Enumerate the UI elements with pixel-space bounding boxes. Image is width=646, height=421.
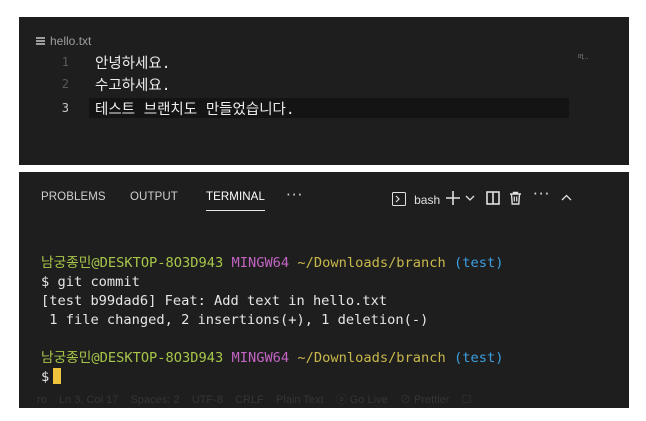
maximize-panel-button[interactable] [561,184,572,207]
line-text[interactable]: 테스트 브랜치도 만들었습니다. [95,98,295,119]
split-icon [486,191,500,205]
prompt-env: MINGW64 [231,255,290,271]
terminal-output[interactable]: 남궁종민@DESKTOP-8O3D943 MINGW64 ~/Downloads… [41,254,503,387]
file-tab-label: hello.txt [50,34,92,48]
tab-problems[interactable]: PROBLEMS [41,191,106,203]
output-line: 1 file changed, 2 insertions(+), 1 delet… [41,312,429,328]
editor-line[interactable]: 1 안녕하세요. [19,52,579,72]
panel-tabs: PROBLEMS OUTPUT TERMINAL ··· bash ··· [19,172,629,222]
more-tabs-button[interactable]: ··· [286,186,303,204]
shell-selector[interactable]: bash [392,189,440,208]
line-number: 1 [61,55,69,69]
bottom-panel: PROBLEMS OUTPUT TERMINAL ··· bash ··· 남궁… [19,172,629,408]
split-terminal-button[interactable] [486,184,500,209]
chevron-up-icon [561,194,572,201]
terminal-cursor [53,368,62,384]
command-line: $ git commit [41,274,140,290]
prompt-user: 남궁종민 [41,255,92,271]
tab-output[interactable]: OUTPUT [130,191,178,203]
prompt-path: ~/Downloads/branch [297,255,446,271]
trash-icon [510,191,521,205]
editor-pane: hello.txt 머… 1 안녕하세요. 2 수고하세요. 3 테스트 브랜치… [19,17,629,165]
prompt-branch: (test) [454,350,504,366]
kill-terminal-button[interactable] [509,184,522,209]
prompt-host: @DESKTOP-8O3D943 [91,350,224,366]
editor-line[interactable]: 2 수고하세요. [19,74,579,94]
prompt-symbol: $ [41,369,50,385]
new-terminal-button[interactable] [445,184,461,210]
terminal-icon [392,192,406,206]
tab-terminal[interactable]: TERMINAL [206,191,265,211]
terminal-dropdown-button[interactable] [465,184,475,207]
prompt-branch: (test) [454,255,504,271]
more-icon[interactable]: ··· [533,185,550,203]
line-text[interactable]: 수고하세요. [95,74,170,95]
file-icon [36,37,45,45]
status-bar: ro Ln 3, Col 17 Spaces: 2 UTF-8 CRLF Pla… [19,387,629,408]
output-line: [test b99dad6] Feat: Add text in hello.t… [41,293,388,309]
minimap[interactable]: 머… [578,52,588,61]
chevron-down-icon [465,195,475,201]
line-number: 2 [61,77,69,91]
shell-label: bash [414,193,441,207]
file-tab[interactable]: hello.txt [36,34,91,48]
prompt-env: MINGW64 [231,350,290,366]
line-text[interactable]: 안녕하세요. [95,52,170,73]
prompt-user: 남궁종민 [41,350,92,366]
editor-line[interactable]: 3 테스트 브랜치도 만들었습니다. [19,98,579,118]
line-number: 3 [61,101,69,115]
prompt-path: ~/Downloads/branch [297,350,446,366]
status-bar-text[interactable]: ro Ln 3, Col 17 Spaces: 2 UTF-8 CRLF Pla… [37,391,472,407]
add-icon [446,191,460,205]
prompt-host: @DESKTOP-8O3D943 [91,255,224,271]
